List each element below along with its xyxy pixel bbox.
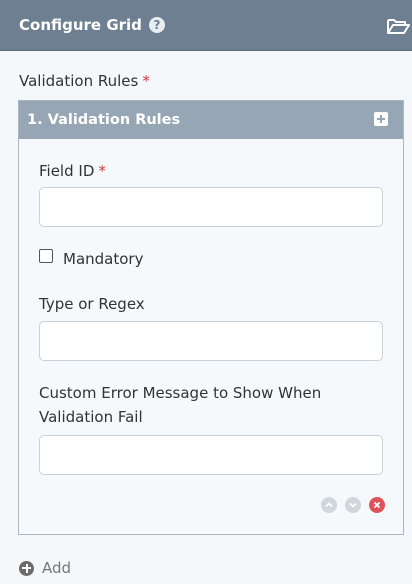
validation-rules-label-text: Validation Rules — [19, 72, 139, 90]
mandatory-label: Mandatory — [63, 250, 144, 268]
validation-rule-panel: 1. Validation Rules Field ID * Mandatory … — [18, 100, 404, 535]
field-id-label: Field ID * — [39, 159, 106, 183]
plus-circle-icon — [19, 560, 34, 576]
required-marker: * — [98, 162, 106, 180]
custom-error-input[interactable] — [39, 435, 383, 475]
custom-error-label-line1: Custom Error Message to Show When — [39, 384, 322, 402]
move-up-icon[interactable] — [321, 497, 337, 513]
plus-square-icon[interactable] — [374, 112, 388, 126]
configure-grid-header: Configure Grid ? — [0, 0, 412, 51]
panel-title: 1. Validation Rules — [27, 112, 181, 128]
required-marker: * — [142, 72, 150, 90]
panel-header[interactable]: 1. Validation Rules — [19, 101, 403, 139]
mandatory-checkbox[interactable] — [39, 249, 53, 263]
move-down-icon[interactable] — [345, 497, 361, 513]
remove-icon[interactable] — [369, 497, 385, 513]
validation-rules-label: Validation Rules * — [19, 72, 150, 90]
field-id-input[interactable] — [39, 187, 383, 227]
add-label: Add — [42, 559, 72, 577]
custom-error-label: Custom Error Message to Show When Valida… — [39, 381, 321, 429]
field-id-label-text: Field ID — [39, 162, 95, 180]
question-circle-icon[interactable]: ? — [148, 17, 165, 33]
custom-error-label-line2: Validation Fail — [39, 408, 143, 426]
folder-open-icon[interactable] — [386, 16, 410, 36]
header-title: Configure Grid — [19, 16, 142, 34]
type-or-regex-input[interactable] — [39, 321, 383, 361]
row-controls — [321, 497, 385, 513]
type-or-regex-label: Type or Regex — [39, 295, 145, 313]
add-button[interactable]: Add — [19, 559, 71, 577]
